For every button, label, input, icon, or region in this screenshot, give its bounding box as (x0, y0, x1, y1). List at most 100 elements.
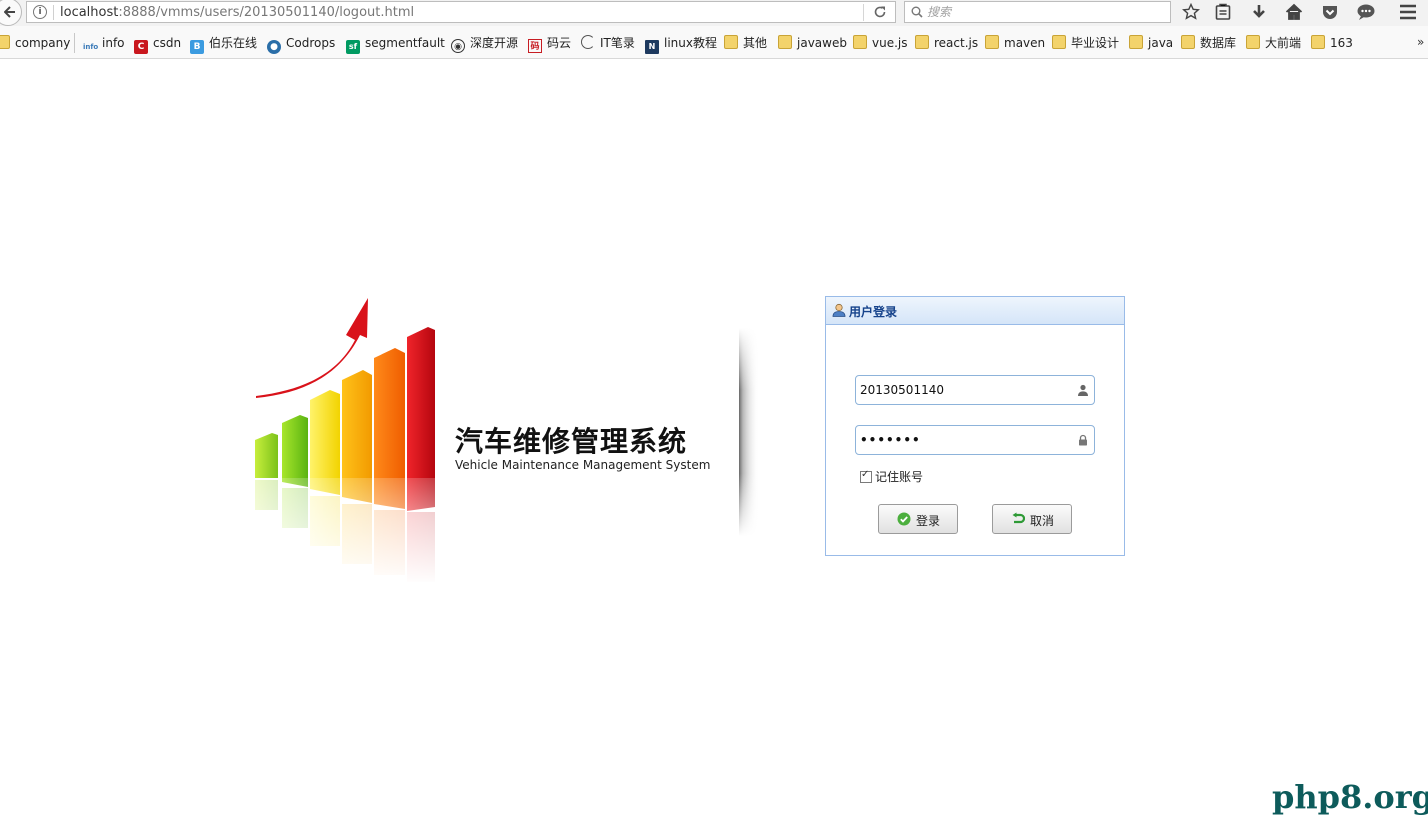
folder-icon (1129, 35, 1143, 49)
username-input[interactable] (860, 382, 1070, 398)
bookmark-label: 码云 (547, 36, 572, 50)
username-field[interactable] (855, 375, 1095, 405)
pocket-icon[interactable] (1321, 3, 1341, 23)
chat-bubble-icon[interactable] (1356, 3, 1376, 23)
jobbole-icon: B (190, 40, 204, 54)
remember-account[interactable]: 记住账号 (860, 468, 923, 485)
bookmark-label: react.js (934, 36, 979, 50)
bookmark-gitee[interactable]: 码码云 (528, 35, 572, 53)
search-bar[interactable] (904, 1, 1171, 23)
bookmark-label: javaweb (797, 36, 847, 50)
bookmark-label: linux教程 (664, 36, 717, 50)
password-field[interactable] (855, 425, 1095, 455)
folder-icon (1246, 35, 1260, 49)
bookmark-other[interactable]: 其他 (724, 35, 767, 51)
bookmark-label: 其他 (743, 36, 768, 50)
bookmark-label: IT笔录 (600, 36, 635, 50)
home-icon[interactable] (1285, 3, 1305, 23)
address-bar[interactable]: i localhost:8888/vmms/users/20130501140/… (26, 1, 896, 23)
url-text[interactable]: localhost:8888/vmms/users/20130501140/lo… (60, 5, 414, 20)
bookmarks-bar: company info info Ccsdn B 伯乐在线 ● Codrops sf… (0, 26, 1428, 59)
bookmark-jobbole[interactable]: B 伯乐在线 (190, 35, 258, 54)
password-input[interactable] (860, 432, 1070, 448)
reload-icon[interactable] (873, 5, 887, 19)
bookmark-label: 伯乐在线 (209, 36, 258, 50)
bookmark-codrops[interactable]: ● Codrops (267, 35, 336, 54)
check-circle-icon (897, 512, 911, 526)
bookmark-163[interactable]: 163 (1311, 35, 1353, 51)
bookmark-label: 深度开源 (470, 36, 519, 50)
back-arrow-icon (4, 6, 15, 18)
url-divider-right (863, 4, 864, 21)
url-path: :8888/vmms/users/20130501140/logout.html (118, 5, 415, 20)
login-button[interactable]: 登录 (878, 504, 958, 534)
menu-icon[interactable] (1398, 3, 1418, 23)
bookmark-label: segmentfault (365, 36, 445, 50)
folder-icon (853, 35, 867, 49)
bookmark-label: Codrops (286, 36, 336, 50)
person-icon (1078, 384, 1088, 396)
codrops-icon: ● (267, 40, 281, 54)
undo-arrow-icon (1012, 512, 1025, 524)
bookmark-label: vue.js (872, 36, 908, 50)
bookmark-linux[interactable]: Nlinux教程 (645, 35, 717, 54)
user-icon (832, 303, 846, 317)
bookmark-label: csdn (153, 36, 182, 50)
remember-label: 记住账号 (875, 470, 924, 484)
bookmark-graduation[interactable]: 毕业设计 (1052, 35, 1119, 51)
bookmark-label: maven (1004, 36, 1046, 50)
csdn-icon: C (134, 40, 148, 54)
site-info-icon[interactable]: i (33, 5, 47, 19)
back-button[interactable] (0, 0, 22, 26)
bookmark-label: java (1148, 36, 1174, 50)
cancel-button-label: 取消 (1030, 514, 1055, 528)
bookmark-java[interactable]: java (1129, 35, 1173, 51)
bookmark-database[interactable]: 数据库 (1181, 35, 1236, 51)
search-icon (911, 6, 923, 18)
folder-icon (915, 35, 929, 49)
bookmark-deepopen[interactable]: ◉ 深度开源 (451, 35, 519, 53)
bookmark-label: info (102, 36, 125, 50)
url-host: localhost (60, 5, 119, 20)
bookmark-javaweb[interactable]: javaweb (778, 35, 847, 51)
url-divider (53, 5, 54, 20)
bookmark-itnotes[interactable]: IT笔录 (581, 35, 635, 51)
gitee-icon: 码 (528, 39, 542, 53)
segmentfault-icon: sf (346, 40, 360, 54)
download-icon[interactable] (1250, 3, 1270, 23)
folder-icon (1181, 35, 1195, 49)
remember-checkbox[interactable] (860, 469, 872, 483)
bookmark-label: 数据库 (1200, 36, 1237, 50)
bookmark-star-icon[interactable] (1182, 3, 1202, 23)
login-button-label: 登录 (916, 514, 941, 528)
folder-icon (778, 35, 792, 49)
info-site-icon: info (83, 43, 99, 51)
reading-list-icon[interactable] (1214, 3, 1234, 23)
bookmark-frontend[interactable]: 大前端 (1246, 35, 1301, 51)
bookmark-label: 大前端 (1265, 36, 1302, 50)
system-subtitle: Vehicle Maintenance Management System (455, 458, 711, 472)
folder-icon (1311, 35, 1325, 49)
bookmark-reactjs[interactable]: react.js (915, 35, 978, 51)
open-source-icon: ◉ (451, 39, 465, 53)
login-panel: 用户登录 记住账号 登录 取消 (825, 296, 1125, 556)
bookmark-company[interactable]: company (0, 35, 70, 51)
search-input[interactable] (927, 3, 1157, 21)
bookmark-segmentfault[interactable]: sf segmentfault (346, 35, 445, 54)
bookmark-label: 毕业设计 (1071, 36, 1120, 50)
folder-icon (0, 35, 10, 49)
login-title: 用户登录 (849, 305, 898, 319)
lock-icon (1079, 434, 1087, 446)
bookmarks-overflow-icon[interactable]: » (1417, 35, 1424, 49)
system-title: 汽车维修管理系统 (455, 425, 688, 458)
it-notes-icon (581, 35, 595, 49)
folder-icon (985, 35, 999, 49)
bookmark-info[interactable]: info info (83, 35, 125, 51)
bookmark-csdn[interactable]: Ccsdn (134, 35, 182, 54)
vertical-divider (735, 328, 759, 536)
bookmark-maven[interactable]: maven (985, 35, 1045, 51)
login-panel-header: 用户登录 (826, 297, 1124, 325)
folder-icon (1052, 35, 1066, 49)
bookmark-vuejs[interactable]: vue.js (853, 35, 908, 51)
cancel-button[interactable]: 取消 (992, 504, 1072, 534)
